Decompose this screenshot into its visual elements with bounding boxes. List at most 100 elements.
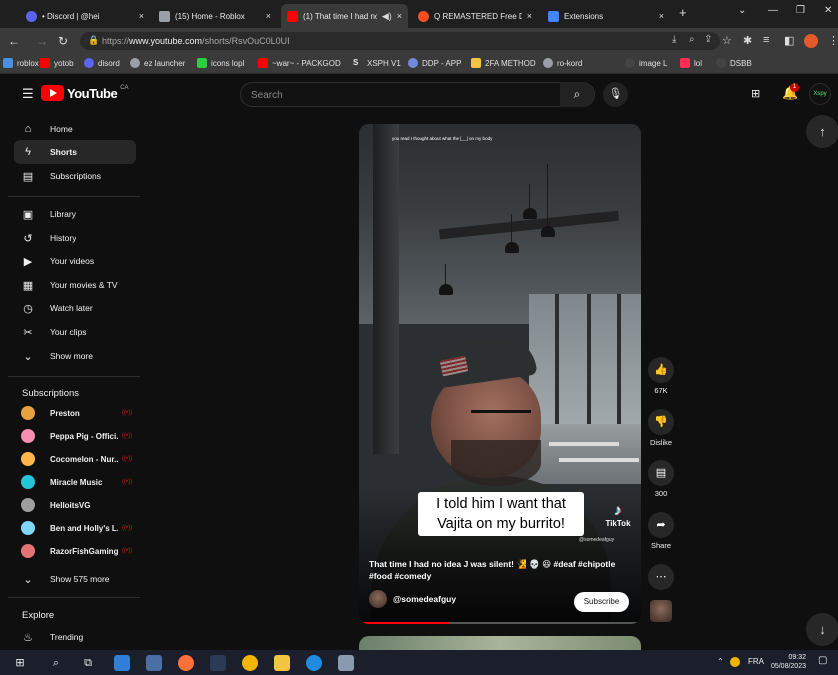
bookmark-star-icon[interactable]: ☆: [722, 34, 732, 47]
sidebar-item-shorts[interactable]: ϟ Shorts: [14, 140, 136, 164]
extensions-puzzle-icon[interactable]: ✱: [743, 34, 752, 47]
install-app-icon[interactable]: ⤓: [672, 34, 676, 45]
short-title[interactable]: That time I had no idea J was silent! 🧏 …: [369, 558, 635, 582]
tab-roblox[interactable]: (15) Home - Roblox ×: [153, 4, 277, 28]
sidebar-sub-razorfish[interactable]: RazorFishGaming ((•)): [14, 540, 136, 562]
language-indicator[interactable]: FRA: [748, 657, 764, 666]
next-short-button[interactable]: ↓: [806, 613, 838, 646]
sidebar-sub-helloitsvg[interactable]: HelloitsVG: [14, 494, 136, 516]
sidebar-item-watch-later[interactable]: ◷ Watch later: [14, 296, 136, 320]
sidebar-sub-ben-holly[interactable]: Ben and Holly's L... ((•)): [14, 517, 136, 539]
task-view-icon[interactable]: ⧉: [80, 655, 96, 671]
tab-close-icon[interactable]: ×: [659, 11, 664, 21]
omnibox[interactable]: 🔒 https://www.youtube.com/shorts/RsvOuC0…: [80, 32, 720, 50]
tab-youtube-active[interactable]: (1) That time I had no ◀) ×: [281, 4, 408, 28]
calculator-icon[interactable]: [146, 655, 162, 671]
tab-audio-icon[interactable]: ◀): [382, 11, 392, 22]
tab-close-icon[interactable]: ×: [266, 11, 271, 21]
close-window-button[interactable]: ✕: [824, 5, 832, 16]
sound-source-thumbnail[interactable]: [650, 600, 672, 622]
tray-chrome-icon[interactable]: [730, 657, 740, 667]
maximize-button[interactable]: ❐: [796, 5, 805, 16]
back-arrow-icon[interactable]: ←: [8, 34, 20, 48]
share-button[interactable]: ➦ Share: [646, 512, 676, 550]
tab-discord[interactable]: • Discord | @hei ×: [20, 4, 150, 28]
hamburger-menu-icon[interactable]: ☰: [22, 86, 34, 102]
profile-avatar-icon[interactable]: [804, 34, 818, 48]
tab-search-button[interactable]: ⌄: [738, 5, 746, 16]
forward-arrow-icon[interactable]: →: [36, 34, 48, 48]
file-explorer-icon[interactable]: [274, 655, 290, 671]
sidebar-item-library[interactable]: ▣ Library: [14, 202, 136, 226]
url-text[interactable]: https://www.youtube.com/shorts/RsvOuC0L0…: [102, 36, 290, 46]
dislike-button[interactable]: 👎 Dislike: [646, 409, 676, 447]
sidebar-item-trending[interactable]: ♨ Trending: [14, 625, 136, 649]
chrome-icon[interactable]: [242, 655, 258, 671]
media-controls-icon[interactable]: ≡: [763, 34, 769, 46]
windows-start-icon[interactable]: ⊞: [12, 655, 28, 671]
channel-avatar[interactable]: [369, 590, 387, 608]
tab-close-icon[interactable]: ×: [527, 11, 532, 21]
sidebar-item-show-more[interactable]: ⌄ Show more: [14, 344, 136, 368]
bookmark-disord[interactable]: disord: [84, 58, 120, 68]
tab-remastered[interactable]: Q REMASTERED Free Dow ×: [412, 4, 538, 28]
notification-center-icon[interactable]: ▢: [818, 655, 827, 666]
subscribe-button[interactable]: Subscribe: [574, 592, 629, 612]
account-avatar[interactable]: Xspy: [809, 83, 831, 105]
more-actions-button[interactable]: ⋯: [646, 564, 676, 590]
new-tab-button[interactable]: +: [679, 5, 687, 20]
video-progress-bar[interactable]: [359, 622, 641, 624]
search-button[interactable]: ⌕: [560, 82, 594, 107]
firefox-icon[interactable]: [178, 655, 194, 671]
bookmark-2fa[interactable]: 2FA METHOD: [471, 58, 536, 68]
comments-button[interactable]: ▤ 300: [646, 460, 676, 498]
sidebar-item-history[interactable]: ↺ History: [14, 226, 136, 250]
share-icon[interactable]: ⇪: [704, 34, 712, 45]
youtube-logo[interactable]: YouTube CA: [41, 85, 129, 101]
tray-chevron-up-icon[interactable]: ⌃: [717, 657, 724, 666]
bookmark-ez-launcher[interactable]: ez launcher: [130, 58, 185, 68]
app-icon[interactable]: [210, 655, 226, 671]
like-button[interactable]: 👍 67K: [646, 357, 676, 395]
sidebar-show-more-subscriptions[interactable]: ⌄ Show 575 more: [14, 567, 136, 591]
short-video-player[interactable]: you read I thought about what the [__] o…: [359, 124, 641, 624]
bookmark-icons-lopl[interactable]: icons lopl: [197, 58, 244, 68]
edge-icon[interactable]: [306, 655, 322, 671]
short-channel[interactable]: @somedeafguy: [369, 590, 456, 608]
sidebar-sub-preston[interactable]: Preston ((•)): [14, 402, 136, 424]
tab-close-icon[interactable]: ×: [397, 11, 402, 21]
reload-icon[interactable]: ↻: [58, 34, 68, 48]
browser-menu-icon[interactable]: ⋮: [828, 34, 838, 47]
sidebar-item-subscriptions[interactable]: ▤ Subscriptions: [14, 164, 136, 188]
sidebar-sub-cocomelon[interactable]: Cocomelon - Nur... ((•)): [14, 448, 136, 470]
bookmark-roblox[interactable]: roblox: [3, 58, 39, 68]
sidebar-sub-peppa[interactable]: Peppa Pig - Offici... ((•)): [14, 425, 136, 447]
tab-extensions[interactable]: Extensions ×: [542, 4, 670, 28]
zoom-icon[interactable]: ⌕: [689, 34, 695, 45]
minimize-button[interactable]: —: [768, 5, 778, 16]
bookmark-dsbb[interactable]: DSBB: [716, 58, 752, 68]
next-short-preview[interactable]: [359, 636, 641, 650]
sidebar-item-your-clips[interactable]: ✂ Your clips: [14, 320, 136, 344]
sidebar-item-your-videos[interactable]: ▶ Your videos: [14, 249, 136, 273]
store-icon[interactable]: [114, 655, 130, 671]
sidebar-item-movies-tv[interactable]: ▦ Your movies & TV: [14, 273, 136, 297]
tab-close-icon[interactable]: ×: [139, 11, 144, 21]
search-icon[interactable]: ⌕: [48, 655, 64, 671]
bookmark-packgod[interactable]: ~war~ - PACKGOD: [258, 58, 341, 68]
search-input[interactable]: [251, 88, 561, 102]
bookmark-image-l[interactable]: image L: [625, 58, 667, 68]
system-clock[interactable]: 09:32 05/08/2023: [770, 653, 806, 671]
bookmark-yotob[interactable]: yotob: [40, 58, 74, 68]
sidebar-sub-miracle-music[interactable]: Miracle Music ((•)): [14, 471, 136, 493]
create-video-icon[interactable]: ⊞: [751, 87, 760, 100]
app-icon[interactable]: [338, 655, 354, 671]
bookmark-xsph[interactable]: S XSPH V1: [353, 58, 401, 68]
bookmark-ddp-app[interactable]: DDP - APP: [408, 58, 461, 68]
bookmark-ro-kord[interactable]: ro-kord: [543, 58, 582, 68]
previous-short-button[interactable]: ↑: [806, 115, 838, 148]
voice-search-button[interactable]: 🎙: [603, 82, 628, 107]
bookmark-lol[interactable]: lol: [680, 58, 702, 68]
side-panel-icon[interactable]: ◧: [784, 34, 794, 47]
channel-handle[interactable]: @somedeafguy: [393, 594, 456, 604]
